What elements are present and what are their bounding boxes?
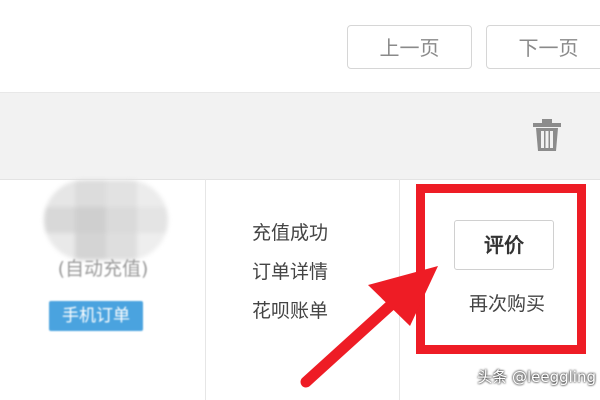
order-detail-link[interactable]: 订单详情 [252,257,362,287]
highlight-box [416,184,586,354]
product-name[interactable]: (自动充值) [40,254,166,281]
huabei-bill-link[interactable]: 花呗账单 [252,296,362,326]
order-type-badge: 手机订单 [49,301,143,331]
order-header-bar [0,92,600,180]
next-page-button[interactable]: 下一页 [486,25,600,69]
watermark: 头条 @leeggling [477,368,596,386]
prev-page-button[interactable]: 上一页 [347,25,472,69]
order-status-text: 充值成功 [252,222,329,244]
column-divider [399,179,400,400]
trash-icon[interactable] [529,117,565,153]
column-divider [205,179,206,400]
product-thumbnail[interactable] [44,180,168,260]
